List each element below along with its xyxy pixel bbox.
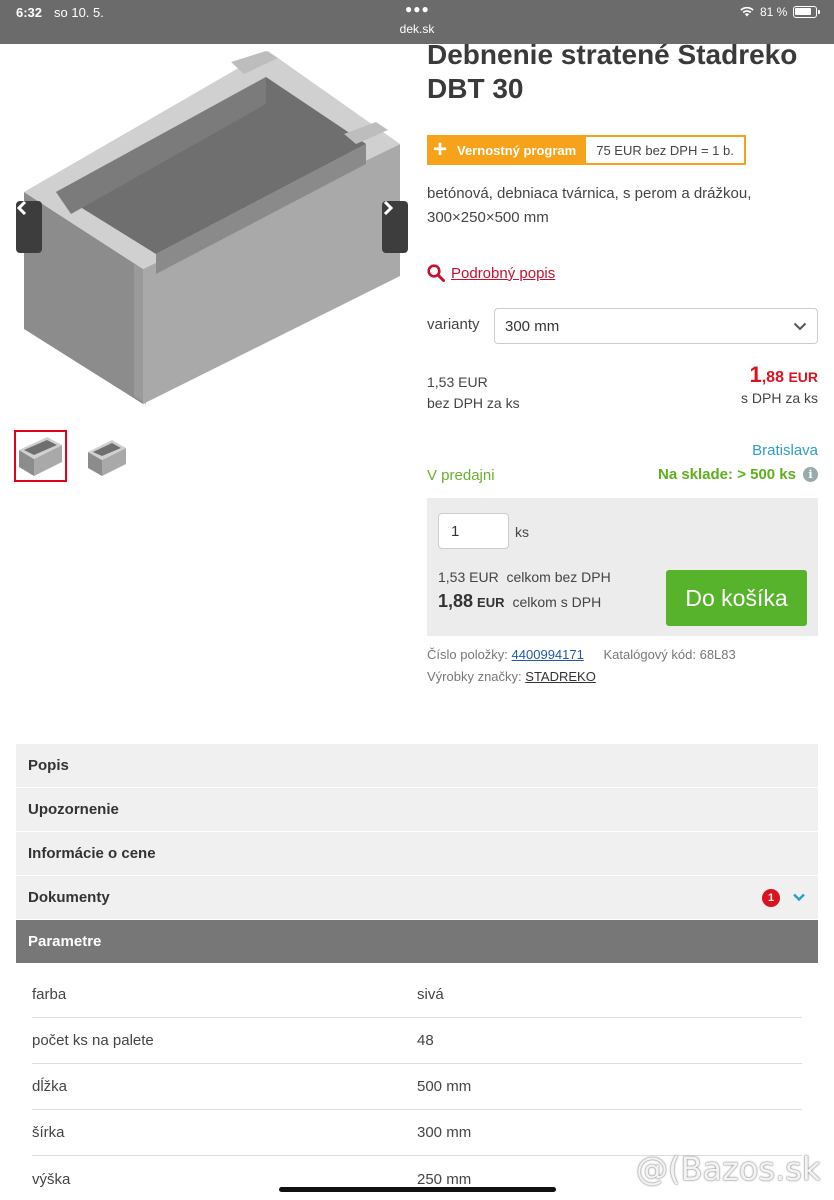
info-icon[interactable]: i (803, 467, 818, 482)
price-gross-currency: EUR (788, 369, 818, 385)
price-net-note: bez DPH za ks (427, 395, 520, 411)
chevron-down-icon (793, 893, 805, 902)
store-link[interactable]: Bratislava (752, 442, 818, 459)
variant-selected-value: 300 mm (505, 317, 560, 335)
param-value: sivá (417, 986, 444, 1003)
price-gross-note: s DPH za ks (740, 390, 818, 406)
detail-link-text: Podrobný popis (451, 264, 556, 282)
add-to-cart-box: ks 1,53 EUR celkom bez DPH 1,88 EUR celk… (427, 498, 818, 636)
param-key: počet ks na palete (32, 1032, 154, 1049)
sum-gross: 1,88 EUR celkom s DPH (438, 591, 601, 612)
price-net: 1,53 EUR (427, 374, 488, 390)
battery-percent: 81 % (760, 5, 788, 19)
tab-label: Parametre (28, 933, 102, 950)
plus-icon: + (433, 136, 448, 163)
gallery-next-button[interactable] (382, 201, 408, 253)
tab-warning[interactable]: Upozornenie (16, 788, 818, 832)
brand-meta: Výrobky značky: STADREKO (427, 669, 596, 684)
add-to-cart-button[interactable]: Do košíka (666, 570, 807, 626)
watermark: @(Bazos.sk (636, 1150, 821, 1188)
sum-gross-value: 1,88 (438, 591, 474, 611)
product-image[interactable] (16, 44, 407, 414)
documents-count-badge: 1 (762, 889, 780, 907)
param-value: 250 mm (417, 1170, 472, 1188)
param-key: výška (32, 1170, 71, 1188)
param-key: farba (32, 986, 67, 1003)
brand-link[interactable]: STADREKO (525, 669, 596, 684)
short-description: betónová, debniaca tvárnica, s perom a d… (427, 185, 752, 226)
home-indicator[interactable] (279, 1187, 556, 1192)
sum-net: 1,53 EUR celkom bez DPH (438, 569, 611, 585)
table-row: počet ks na palete 48 (32, 1018, 802, 1064)
price-net-block: 1,53 EUR bez DPH za ks (427, 372, 520, 414)
price-gross: 1,88 EUR (741, 364, 818, 388)
tab-label: Upozornenie (28, 801, 119, 818)
gallery-prev-button[interactable] (16, 201, 42, 253)
sum-gross-currency: EUR (477, 595, 505, 610)
stock-status: Na sklade: > 500 ks i (658, 466, 818, 483)
thumbnail-1[interactable] (14, 430, 67, 482)
product-tabs: Popis Upozornenie Informácie o cene Doku… (16, 744, 818, 964)
param-value: 300 mm (417, 1124, 472, 1141)
tab-description[interactable]: Popis (16, 744, 818, 788)
tab-price-info[interactable]: Informácie o cene (16, 832, 818, 876)
search-icon (427, 264, 445, 282)
catalog-code: Katalógový kód: 68L83 (603, 647, 736, 662)
loyalty-badge: + Vernostný program (427, 135, 587, 165)
detail-description-link[interactable]: Podrobný popis (427, 264, 555, 282)
variant-label: varianty (427, 316, 480, 333)
param-value: 500 mm (417, 1078, 472, 1095)
url-domain[interactable]: dek.sk (0, 22, 834, 36)
quantity-unit: ks (515, 524, 529, 540)
loyalty-label: Vernostný program (457, 142, 577, 158)
tab-label: Popis (28, 757, 69, 774)
product-gallery (16, 44, 408, 414)
loyalty-program[interactable]: + Vernostný program 75 EUR bez DPH = 1 b… (427, 135, 746, 165)
tab-parameters[interactable]: Parametre (16, 920, 818, 964)
price-gross-int: 1 (749, 362, 762, 387)
status-date: so 10. 5. (54, 5, 104, 20)
table-row: dĺžka 500 mm (32, 1064, 802, 1110)
loyalty-rate: 75 EUR bez DPH = 1 b. (586, 135, 746, 165)
param-key: šírka (32, 1124, 65, 1141)
brand-label: Výrobky značky: (427, 669, 522, 684)
chevron-left-icon (16, 201, 27, 215)
more-dots-icon[interactable]: ●●● (405, 2, 430, 16)
quantity-input[interactable] (438, 513, 509, 549)
item-meta: Číslo položky: 4400994171 Katalógový kód… (427, 647, 736, 662)
availability-label: V predajni (427, 467, 495, 484)
param-key: dĺžka (32, 1078, 68, 1095)
status-time: 6:32 (16, 5, 43, 20)
wifi-icon (740, 6, 754, 17)
page-title: Debnenie stratené Stadreko DBT 30 (427, 39, 798, 104)
sum-net-value: 1,53 EUR (438, 569, 499, 585)
sum-net-label: celkom bez DPH (506, 569, 611, 585)
chevron-right-icon (383, 201, 394, 215)
table-row: farba sivá (32, 972, 802, 1018)
battery-icon (793, 6, 820, 18)
item-no-label: Číslo položky: (427, 647, 508, 662)
variant-select[interactable]: 300 mm (494, 308, 818, 344)
chevron-down-icon (793, 322, 807, 330)
price-gross-block: 1,88 EUR s DPH za ks (741, 364, 818, 409)
tab-label: Informácie o cene (28, 845, 156, 862)
thumbnail-2[interactable] (80, 430, 133, 482)
price-gross-dec: ,88 (761, 369, 784, 386)
tab-documents[interactable]: Dokumenty 1 (16, 876, 818, 920)
item-no-link[interactable]: 4400994171 (512, 647, 584, 662)
tab-label: Dokumenty (28, 889, 110, 906)
sum-gross-label: celkom s DPH (512, 594, 602, 610)
param-value: 48 (417, 1032, 434, 1049)
stock-text: Na sklade: > 500 ks (657, 466, 796, 483)
